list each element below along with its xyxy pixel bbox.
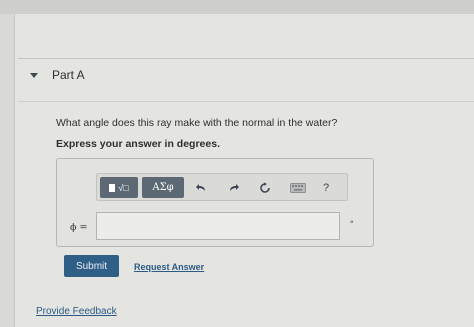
templates-icon [109,183,116,192]
submit-button[interactable]: Submit [64,255,119,277]
greek-symbols-button[interactable]: ΑΣφ [142,177,184,198]
undo-icon [196,183,205,191]
help-icon: ? [322,181,330,194]
undo-button[interactable] [194,177,208,198]
templates-button[interactable]: √□ [100,177,138,198]
answer-instruction: Express your answer in degrees. [56,138,220,150]
redo-icon [230,183,239,191]
greek-label: ΑΣφ [152,182,174,193]
help-button[interactable]: ? [319,177,333,198]
reset-icon [260,182,270,193]
redo-button[interactable] [227,177,241,198]
keyboard-button[interactable] [290,177,306,198]
divider [18,58,474,59]
divider [18,101,474,102]
caret-down-icon [30,72,38,78]
answer-input[interactable] [96,212,340,240]
unit-degree: ° [350,219,354,229]
provide-feedback-link[interactable]: Provide Feedback [36,306,117,317]
reset-button[interactable] [257,177,273,198]
keyboard-icon [290,182,306,193]
part-a-toggle[interactable]: Part A [30,68,120,82]
top-band [0,0,474,14]
templates-label: √□ [118,182,129,193]
question-text: What angle does this ray make with the n… [56,117,338,129]
variable-label: ϕ = [70,222,88,233]
part-title: Part A [52,68,85,82]
math-toolbar: √□ ΑΣφ ? [96,173,348,201]
request-answer-link[interactable]: Request Answer [134,262,204,272]
